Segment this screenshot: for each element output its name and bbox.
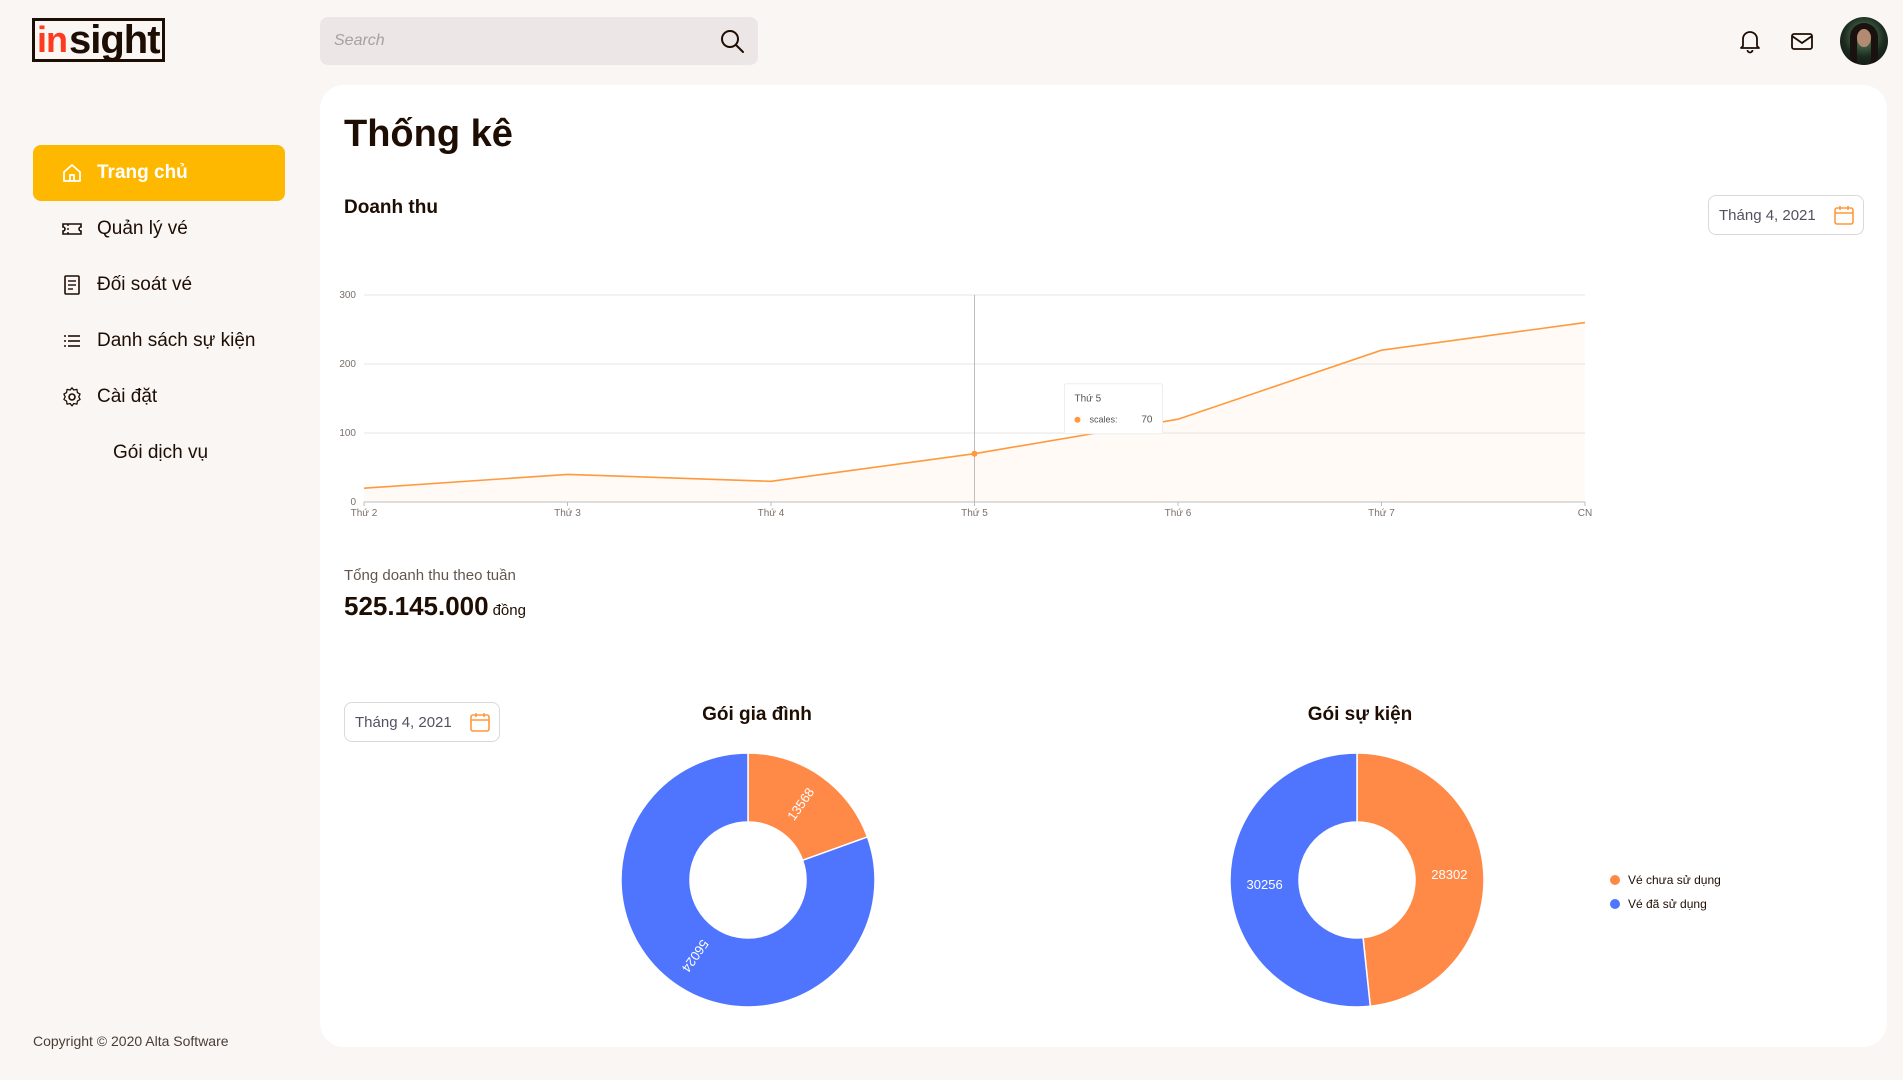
list-icon: [64, 335, 80, 347]
bell-icon[interactable]: [1737, 28, 1763, 54]
weekly-total-amount: 525.145.000: [344, 591, 489, 621]
date-picker-value: Tháng 4, 2021: [355, 713, 452, 731]
tooltip-dot: [1074, 416, 1081, 423]
tooltip-value: 70: [1141, 415, 1153, 426]
revenue-line-chart: 0 100 200 300 Thứ 2 Thứ 3 Thứ 4 Thứ 5 Thứ 6 Thứ 7…: [339, 290, 1592, 519]
y-tick-label: 0: [350, 497, 356, 508]
pie-slice-label: 28302: [1431, 867, 1467, 882]
weekly-total-value: 525.145.000 đồng: [344, 591, 526, 622]
search-icon[interactable]: [718, 27, 746, 55]
sidebar-item-events[interactable]: Danh sách sự kiện: [33, 313, 285, 369]
sidebar-item-label: Quản lý vé: [97, 218, 188, 239]
avatar-face: [1857, 29, 1871, 47]
tooltip-title: Thứ 5: [1075, 394, 1102, 405]
sidebar-item-label: Trang chủ: [97, 162, 188, 183]
page-title: Thống kê: [344, 113, 513, 155]
chart-tooltip: Thứ 5 scales: 70: [1064, 383, 1163, 435]
sidebar-item-label: Danh sách sự kiện: [97, 330, 256, 351]
y-tick-label: 300: [339, 290, 356, 301]
logo-mark: in sight: [32, 18, 165, 62]
y-tick-label: 200: [339, 359, 356, 370]
legend-item-used: Vé đã sử dụng: [1610, 892, 1721, 916]
x-tick-label: CN: [1578, 508, 1592, 519]
revenue-date-picker[interactable]: Tháng 4, 2021: [1708, 195, 1864, 235]
weekly-total-label: Tổng doanh thu theo tuần: [344, 567, 516, 584]
sidebar-item-settings[interactable]: Cài đặt: [33, 369, 285, 425]
revenue-title: Doanh thu: [344, 197, 438, 218]
sidebar-nav: Trang chủ Quản lý vé Đối soát vé Danh sá…: [33, 145, 285, 481]
weekly-total-unit: đồng: [492, 602, 526, 619]
search-bar: [320, 17, 758, 65]
search-input[interactable]: [334, 32, 718, 50]
y-tick-label: 100: [339, 428, 356, 439]
legend-dot-orange: [1610, 875, 1620, 885]
x-tick-label: Thứ 3: [554, 508, 581, 519]
pie-family-chart: 1356856024: [620, 752, 876, 1008]
pie-event-title: Gói sự kiện: [1307, 704, 1413, 725]
data-point: [971, 450, 978, 457]
invoice-icon: [64, 275, 80, 295]
tooltip-series: scales:: [1090, 415, 1118, 425]
x-tick-label: Thứ 6: [1165, 508, 1192, 519]
x-tick-label: Thứ 4: [758, 508, 785, 519]
avatar[interactable]: [1840, 17, 1888, 65]
copyright: Copyright © 2020 Alta Software: [33, 1033, 229, 1049]
sidebar-item-tickets[interactable]: Quản lý vé: [33, 201, 285, 257]
pie-legend: Vé chưa sử dụng Vé đã sử dụng: [1610, 868, 1721, 916]
legend-item-unused: Vé chưa sử dụng: [1610, 868, 1721, 892]
ticket-icon: [62, 223, 82, 235]
logo-text-in: in: [37, 19, 68, 60]
mail-icon[interactable]: [1789, 28, 1815, 54]
pie-event-chart: 28302 30256: [1229, 752, 1485, 1008]
date-picker-value: Tháng 4, 2021: [1719, 206, 1816, 224]
pie-family-title: Gói gia đình: [702, 704, 812, 725]
x-tick-label: Thứ 2: [351, 508, 378, 519]
sidebar-item-label: Đối soát vé: [97, 274, 193, 295]
sidebar-item-home[interactable]: Trang chủ: [33, 145, 285, 201]
legend-label: Vé đã sử dụng: [1628, 897, 1707, 911]
app-logo[interactable]: in sight: [32, 16, 165, 64]
home-icon: [63, 164, 81, 182]
calendar-icon: [1834, 206, 1854, 225]
x-tick-label: Thứ 7: [1368, 508, 1395, 519]
sidebar-item-reconcile[interactable]: Đối soát vé: [33, 257, 285, 313]
calendar-icon: [470, 713, 490, 732]
main-panel: Thống kê Doanh thu Tháng 4, 2021 0 100 200…: [320, 85, 1887, 1047]
pie-date-picker[interactable]: Tháng 4, 2021: [344, 702, 500, 742]
x-tick-label: Thứ 5: [961, 508, 988, 519]
sidebar-subitem-label: Gói dịch vụ: [113, 442, 209, 463]
pie-slice-label: 30256: [1247, 877, 1283, 892]
legend-label: Vé chưa sử dụng: [1628, 873, 1721, 887]
sidebar-subitem-service-packages[interactable]: Gói dịch vụ: [33, 425, 285, 481]
logo-text-sight: sight: [69, 18, 161, 62]
sidebar-item-label: Cài đặt: [97, 386, 158, 407]
legend-dot-blue: [1610, 899, 1620, 909]
tooltip-box: [1064, 383, 1163, 435]
gear-icon: [63, 387, 81, 407]
